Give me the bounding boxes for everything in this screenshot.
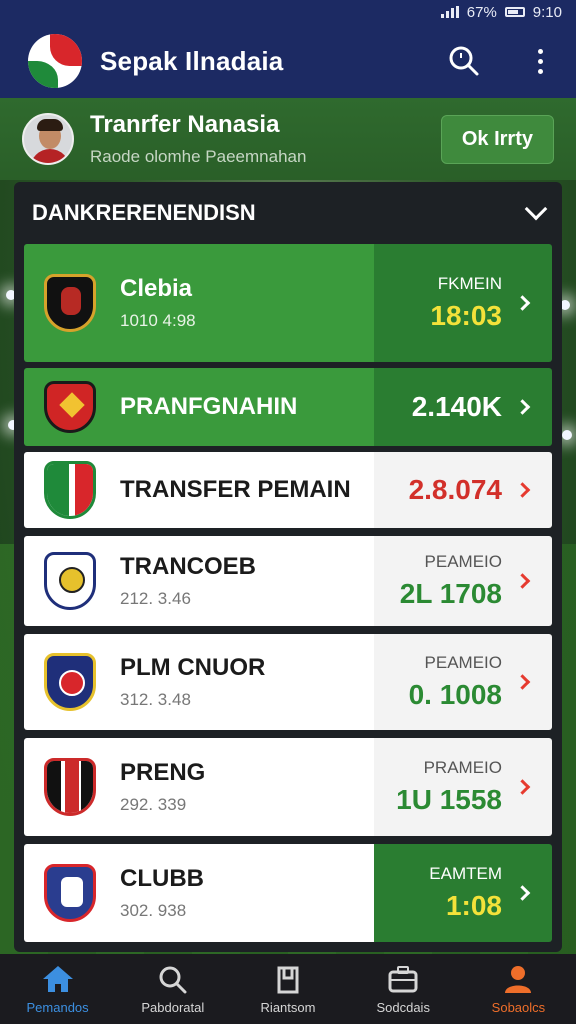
value-label: PEAMEIO <box>424 552 502 571</box>
value-label: EAMTEM <box>429 864 502 883</box>
value-label: PEAMEIO <box>424 653 502 672</box>
signal-icon <box>440 6 459 18</box>
club-name: TRANCOEB <box>120 553 256 580</box>
list-item[interactable]: PLM CNUOR 312. 3.48 PEAMEIO 0. 1008 <box>24 634 552 730</box>
club-crest-icon <box>42 272 98 334</box>
app-title: Sepak Ilnadaia <box>100 45 284 76</box>
transfer-value: 0. 1008 <box>408 679 502 710</box>
more-menu-button[interactable] <box>522 43 558 79</box>
nav-label: Pabdoratal <box>141 999 205 1015</box>
chevron-right-icon <box>514 295 531 311</box>
club-crest-icon <box>42 756 98 818</box>
list-item[interactable]: TRANSFER PEMAIN 2.8.074 <box>24 452 552 528</box>
chevron-down-icon[interactable] <box>524 197 548 221</box>
club-crest-icon <box>42 651 98 713</box>
club-sub: 312. 3.48 <box>120 690 191 709</box>
list-item[interactable]: TRANCOEB 212. 3.46 PEAMEIO 2L 1708 <box>24 536 552 626</box>
chevron-right-icon <box>514 674 531 690</box>
transfer-value: 1:08 <box>445 890 502 921</box>
list-item[interactable]: PRENG 292. 339 PRAMEIO 1U 1558 <box>24 738 552 836</box>
app-logo <box>28 34 82 88</box>
club-sub: 1010 4:98 <box>120 311 196 330</box>
panel-header[interactable]: DANKRERENENDISN <box>14 182 562 244</box>
search-icon <box>159 966 187 993</box>
ok-button[interactable]: Ok Irrty <box>440 114 554 164</box>
club-name: TRANSFER PEMAIN <box>120 476 351 503</box>
briefcase-icon <box>388 965 418 992</box>
value-label: FKMEIN <box>437 274 502 293</box>
list-item[interactable]: PRANFGNAHIN 2.140K <box>24 368 552 446</box>
nav-label: Sodcdais <box>376 999 430 1015</box>
transfer-value: 2.8.074 <box>408 474 502 505</box>
chevron-right-icon <box>514 885 531 901</box>
nav-item-profile[interactable]: Sobaolcs <box>461 954 576 1024</box>
profile-icon <box>505 965 532 993</box>
transfer-value: 2.140K <box>411 391 502 422</box>
nav-label: Riantsom <box>260 999 316 1015</box>
panel-title: DANKRERENENDISN <box>32 200 256 225</box>
chevron-right-icon <box>514 399 531 415</box>
shirt-icon <box>277 966 299 993</box>
nav-label: Pemandos <box>26 999 89 1015</box>
club-name: CLUBB <box>120 865 204 892</box>
nav-item-squad[interactable]: Sodcdais <box>346 954 461 1024</box>
nav-label: Sobaolcs <box>491 999 546 1015</box>
avatar[interactable] <box>22 113 74 165</box>
search-icon <box>449 46 479 76</box>
nav-item-transfers[interactable]: Riantsom <box>230 954 345 1024</box>
user-subtitle: Raode olomhe Paeemnahan <box>90 147 307 166</box>
club-crest-icon <box>42 379 98 435</box>
club-crest-icon <box>42 459 98 521</box>
list-item[interactable]: Clebia 1010 4:98 FKMEIN 18:03 <box>24 244 552 362</box>
home-icon <box>42 965 73 992</box>
more-vert-icon <box>537 48 543 74</box>
value-label: PRAMEIO <box>423 758 502 777</box>
club-crest-icon <box>42 862 98 924</box>
club-name: PRENG <box>120 759 206 786</box>
club-name: PLM CNUOR <box>120 654 266 681</box>
club-sub: 212. 3.46 <box>120 589 191 608</box>
bottom-navigation: Pemandos Pabdoratal Riantsom Sodcdais So… <box>0 954 576 1024</box>
club-name: Clebia <box>120 275 193 302</box>
club-sub: 302. 938 <box>120 901 187 920</box>
transfer-panel: DANKRERENENDISN Clebia 1010 4:98 FKMEIN … <box>14 182 562 952</box>
chevron-right-icon <box>514 779 531 795</box>
transfer-value: 18:03 <box>430 300 502 331</box>
user-name: Tranrfer Nanasia <box>90 111 280 138</box>
stadium-light <box>562 430 572 440</box>
app-bar: Sepak Ilnadaia <box>0 24 576 98</box>
transfer-value: 1U 1558 <box>396 784 502 815</box>
nav-item-search[interactable]: Pabdoratal <box>115 954 230 1024</box>
search-button[interactable] <box>446 43 482 79</box>
status-bar: 67% 9:10 <box>0 0 576 24</box>
club-sub: 292. 339 <box>120 795 187 814</box>
chevron-right-icon <box>514 482 531 498</box>
battery-icon <box>504 7 525 17</box>
list-item[interactable]: CLUBB 302. 938 EAMTEM 1:08 <box>24 844 552 942</box>
battery-percent: 67% <box>466 3 497 21</box>
transfer-value: 2L 1708 <box>399 578 502 609</box>
nav-item-home[interactable]: Pemandos <box>0 954 115 1024</box>
club-name: PRANFGNAHIN <box>120 393 298 420</box>
club-crest-icon <box>42 550 98 612</box>
user-header: Tranrfer Nanasia Raode olomhe Paeemnahan… <box>0 98 576 180</box>
chevron-right-icon <box>514 573 531 589</box>
clock: 9:10 <box>532 3 562 21</box>
